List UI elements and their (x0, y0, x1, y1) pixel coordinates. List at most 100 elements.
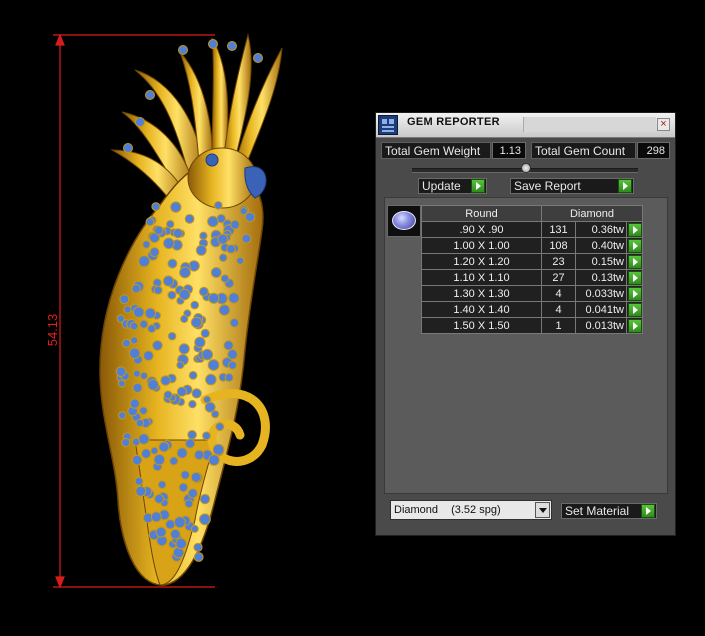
gem-stone (153, 285, 163, 295)
title-bar[interactable]: GEM REPORTER × (376, 113, 675, 138)
row-go-button[interactable] (626, 301, 643, 318)
row-go-button[interactable] (626, 269, 643, 286)
go-arrow-icon (627, 302, 642, 317)
gem-size: 1.50 X 1.50 (421, 317, 542, 334)
gem-stone (167, 331, 177, 341)
gem-stone (170, 528, 181, 540)
gem-stone (178, 343, 190, 355)
gem-count: 1 (541, 317, 576, 334)
gem-stone (210, 267, 222, 278)
gem-count: 27 (541, 269, 576, 286)
gem-stone (178, 288, 191, 301)
gem-stone (215, 422, 225, 432)
table-row[interactable]: 1.00 X 1.00 108 0.40tw (421, 237, 643, 254)
gem-stone (224, 373, 234, 382)
gem-stone (193, 542, 203, 552)
gem-count: 131 (541, 221, 576, 238)
gem-stone (135, 485, 147, 497)
gem-stone (193, 552, 204, 562)
gem-stone (180, 470, 190, 480)
save-report-button[interactable]: Save Report (510, 178, 634, 194)
gem-stone (163, 237, 175, 250)
update-go-icon (471, 179, 485, 193)
gem-stone (179, 266, 191, 279)
gem-stone (228, 360, 238, 370)
gem-stone (195, 244, 207, 256)
gem-stone (162, 275, 174, 287)
dimension-label: 54.13 (45, 314, 60, 347)
material-density: (3.52 spg) (451, 504, 501, 516)
gem-stone (228, 292, 240, 304)
header-shape: Round (421, 205, 542, 222)
table-row[interactable]: 1.30 X 1.30 4 0.033tw (421, 285, 643, 302)
gem-stone (167, 290, 177, 300)
chevron-down-icon[interactable] (535, 502, 550, 518)
gem-weight: 0.041tw (575, 301, 627, 318)
gem-stone (229, 318, 240, 328)
gem-weight: 0.15tw (575, 253, 627, 270)
gem-stone (190, 316, 203, 329)
gem-size: 1.10 X 1.10 (421, 269, 542, 286)
gem-stone (138, 433, 150, 445)
gem-stone (223, 340, 234, 351)
gem-stone (154, 493, 165, 504)
row-go-button[interactable] (626, 237, 643, 254)
gem-reporter-app-icon (378, 115, 398, 135)
gem-stone (187, 488, 198, 499)
gem-stone (147, 379, 159, 391)
gem-stone (132, 369, 141, 378)
gem-stone (169, 456, 179, 466)
gem-stone (135, 117, 145, 127)
table-row[interactable]: 1.20 X 1.20 23 0.15tw (421, 253, 643, 270)
gem-count: 4 (541, 301, 576, 318)
gem-stone (121, 338, 131, 348)
table-row[interactable]: .90 X .90 131 0.36tw (421, 221, 643, 238)
total-gem-count-label: Total Gem Count (531, 142, 636, 159)
gem-stone (176, 361, 185, 370)
row-go-button[interactable] (626, 317, 643, 334)
gem-stone (178, 45, 188, 55)
gem-stone (134, 476, 144, 486)
gem-table: Round Diamond .90 X .90 131 0.36tw 1.00 X 1… (421, 205, 643, 334)
gem-count: 4 (541, 285, 576, 302)
round-diamond-thumbnail-icon[interactable] (387, 205, 421, 237)
close-button[interactable]: × (657, 118, 670, 131)
gem-stone (188, 371, 198, 380)
gem-stone (157, 480, 167, 490)
gem-stone (190, 524, 199, 533)
table-row[interactable]: 1.40 X 1.40 4 0.041tw (421, 301, 643, 318)
gem-stone (143, 350, 154, 362)
gem-stone (178, 482, 189, 493)
material-name: Diamond (394, 504, 439, 516)
gem-stone (199, 493, 211, 505)
go-arrow-icon (627, 270, 642, 285)
gem-stone (129, 321, 139, 331)
gem-stone (173, 516, 186, 529)
gem-stone (218, 304, 231, 316)
gem-stone (119, 294, 130, 305)
table-row[interactable]: 1.10 X 1.10 27 0.13tw (421, 269, 643, 286)
table-row[interactable]: 1.50 X 1.50 1 0.013tw (421, 317, 643, 334)
gem-stone (226, 244, 236, 254)
gem-stone (205, 373, 217, 386)
row-go-button[interactable] (626, 221, 643, 238)
gem-stone (155, 526, 167, 538)
gem-stone (220, 274, 230, 283)
material-dropdown[interactable]: Diamond (3.52 spg) (390, 500, 552, 520)
gem-weight: 0.36tw (575, 221, 627, 238)
slider-thumb[interactable] (521, 163, 531, 173)
row-go-button[interactable] (626, 285, 643, 302)
gem-stone (191, 388, 202, 399)
gem-stone (131, 454, 143, 466)
gem-stone (204, 401, 216, 413)
save-report-go-icon (618, 179, 632, 193)
gem-weight: 0.033tw (575, 285, 627, 302)
gem-stone (130, 336, 139, 345)
row-go-button[interactable] (626, 253, 643, 270)
update-button-label: Update (422, 179, 461, 193)
gem-stone (165, 519, 176, 530)
gem-stone (166, 220, 175, 229)
gem-stone (185, 438, 196, 449)
set-material-button[interactable]: Set Material (561, 503, 657, 519)
update-button[interactable]: Update (418, 178, 487, 194)
